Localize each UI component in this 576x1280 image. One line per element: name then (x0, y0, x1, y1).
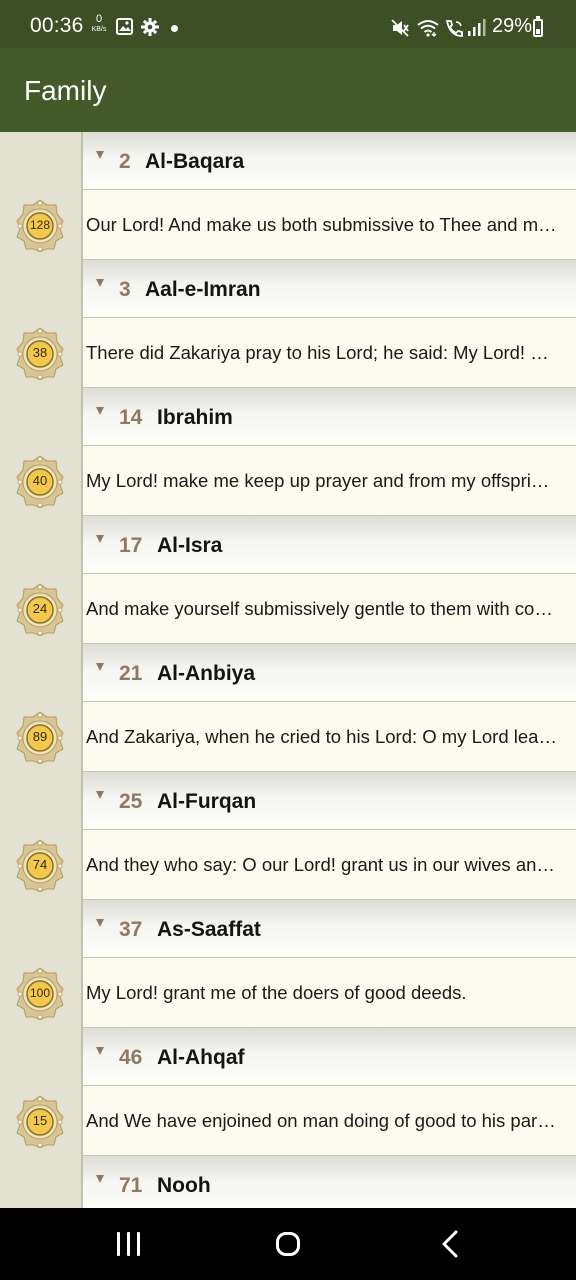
surah-number: 46 (119, 1046, 143, 1069)
verse-text: And We have enjoined on man doing of goo… (86, 1110, 558, 1131)
verse-row[interactable]: 89 And Zakariya, when he cried to his Lor… (0, 702, 576, 772)
verse-text: And they who say: O our Lord! grant us i… (86, 854, 558, 875)
surah-header-row[interactable]: 71 Nooh (0, 1156, 576, 1208)
surah-name: Al-Anbiya (157, 662, 256, 685)
settings-icon (141, 18, 159, 41)
ayah-number-badge: 89 (16, 711, 64, 765)
surah-number: 17 (119, 534, 143, 557)
verse-row[interactable]: 74 And they who say: O our Lord! grant us… (0, 830, 576, 900)
ayah-number: 15 (32, 1113, 48, 1128)
surah-number: 2 (119, 150, 131, 173)
ayah-number-badge: 38 (16, 327, 64, 381)
surah-header-row[interactable]: 21 Al-Anbiya (0, 644, 576, 702)
ayah-number: 89 (32, 729, 48, 744)
surah-header-row[interactable]: 2 Al-Baqara (0, 132, 576, 190)
expand-arrow-icon[interactable] (96, 1175, 104, 1183)
system-nav-bar (0, 1208, 576, 1280)
expand-arrow-icon[interactable] (96, 407, 104, 415)
surah-name: Al-Ahqaf (157, 1046, 245, 1069)
back-icon[interactable] (440, 1230, 460, 1258)
surah-number: 14 (119, 406, 143, 429)
verse-text: There did Zakariya pray to his Lord; he … (86, 342, 558, 363)
page-title: Family (24, 75, 107, 106)
battery-percentage: 29% (492, 15, 533, 37)
battery-icon (533, 16, 543, 37)
surah-header-row[interactable]: 37 As-Saaffat (0, 900, 576, 958)
verse-row[interactable]: 38 There did Zakariya pray to his Lord; h… (0, 318, 576, 388)
verse-text: And make yourself submissively gentle to… (86, 598, 558, 619)
status-bar: 00:36 0 KB/s 29% (0, 0, 576, 48)
app-bar: Family (0, 48, 576, 132)
verse-text: And Zakariya, when he cried to his Lord:… (86, 726, 558, 747)
ayah-number: 128 (29, 218, 51, 232)
mute-icon (391, 19, 409, 42)
ayah-number: 100 (29, 986, 51, 1000)
surah-name: Ibrahim (157, 406, 233, 429)
surah-name: Al-Furqan (157, 790, 257, 813)
network-speed-value: 0 (95, 13, 103, 25)
wifi-calling-icon (444, 18, 466, 43)
ayah-number: 24 (32, 601, 48, 616)
surah-header-row[interactable]: 3 Aal-e-Imran (0, 260, 576, 318)
ayah-number: 38 (32, 345, 48, 360)
signal-icon (467, 19, 487, 42)
surah-number: 71 (119, 1174, 143, 1197)
ayah-number-badge: 24 (16, 583, 64, 637)
verse-row[interactable]: 100 My Lord! grant me of the doers of goo… (0, 958, 576, 1028)
dua-list[interactable]: 2 Al-Baqara 128 Our Lord! And make us both … (0, 132, 576, 1208)
expand-arrow-icon[interactable] (96, 279, 104, 287)
surah-header-row[interactable]: 17 Al-Isra (0, 516, 576, 574)
wifi-icon (416, 18, 440, 43)
surah-number: 37 (119, 918, 143, 941)
surah-header-row[interactable]: 46 Al-Ahqaf (0, 1028, 576, 1086)
surah-number: 21 (119, 662, 143, 685)
ayah-number-badge: 74 (16, 839, 64, 893)
surah-name: Al-Isra (157, 534, 223, 557)
surah-name: Aal-e-Imran (145, 278, 261, 301)
surah-name: Al-Baqara (145, 150, 245, 173)
expand-arrow-icon[interactable] (96, 151, 104, 159)
surah-header-row[interactable]: 14 Ibrahim (0, 388, 576, 446)
expand-arrow-icon[interactable] (96, 1047, 104, 1055)
ayah-number: 74 (32, 857, 48, 872)
expand-arrow-icon[interactable] (96, 535, 104, 543)
dot-icon (171, 25, 178, 32)
verse-text: My Lord! make me keep up prayer and from… (86, 470, 558, 491)
verse-text: Our Lord! And make us both submissive to… (86, 214, 558, 235)
expand-arrow-icon[interactable] (96, 919, 104, 927)
verse-text: My Lord! grant me of the doers of good d… (86, 982, 467, 1003)
verse-row[interactable]: 15 And We have enjoined on man doing of g… (0, 1086, 576, 1156)
surah-header-row[interactable]: 25 Al-Furqan (0, 772, 576, 830)
network-speed-indicator: 0 KB/s (90, 14, 108, 40)
surah-name: As-Saaffat (157, 918, 261, 941)
surah-number: 25 (119, 790, 143, 813)
expand-arrow-icon[interactable] (96, 791, 104, 799)
ayah-number-badge: 100 (16, 967, 64, 1021)
surah-name: Nooh (157, 1174, 211, 1197)
surah-number: 3 (119, 278, 131, 301)
ayah-number: 40 (32, 473, 48, 488)
ayah-number-badge: 40 (16, 455, 64, 509)
verse-row[interactable]: 40 My Lord! make me keep up prayer and fr… (0, 446, 576, 516)
verse-row[interactable]: 24 And make yourself submissively gentle … (0, 574, 576, 644)
verse-row[interactable]: 128 Our Lord! And make us both submissive… (0, 190, 576, 260)
recents-icon[interactable] (117, 1232, 141, 1256)
status-time: 00:36 (30, 14, 84, 37)
ayah-number-badge: 128 (16, 199, 64, 253)
network-speed-unit: KB/s (91, 26, 107, 33)
ayah-number-badge: 15 (16, 1095, 64, 1149)
expand-arrow-icon[interactable] (96, 663, 104, 671)
gallery-icon (116, 18, 133, 40)
home-icon[interactable] (276, 1232, 300, 1256)
